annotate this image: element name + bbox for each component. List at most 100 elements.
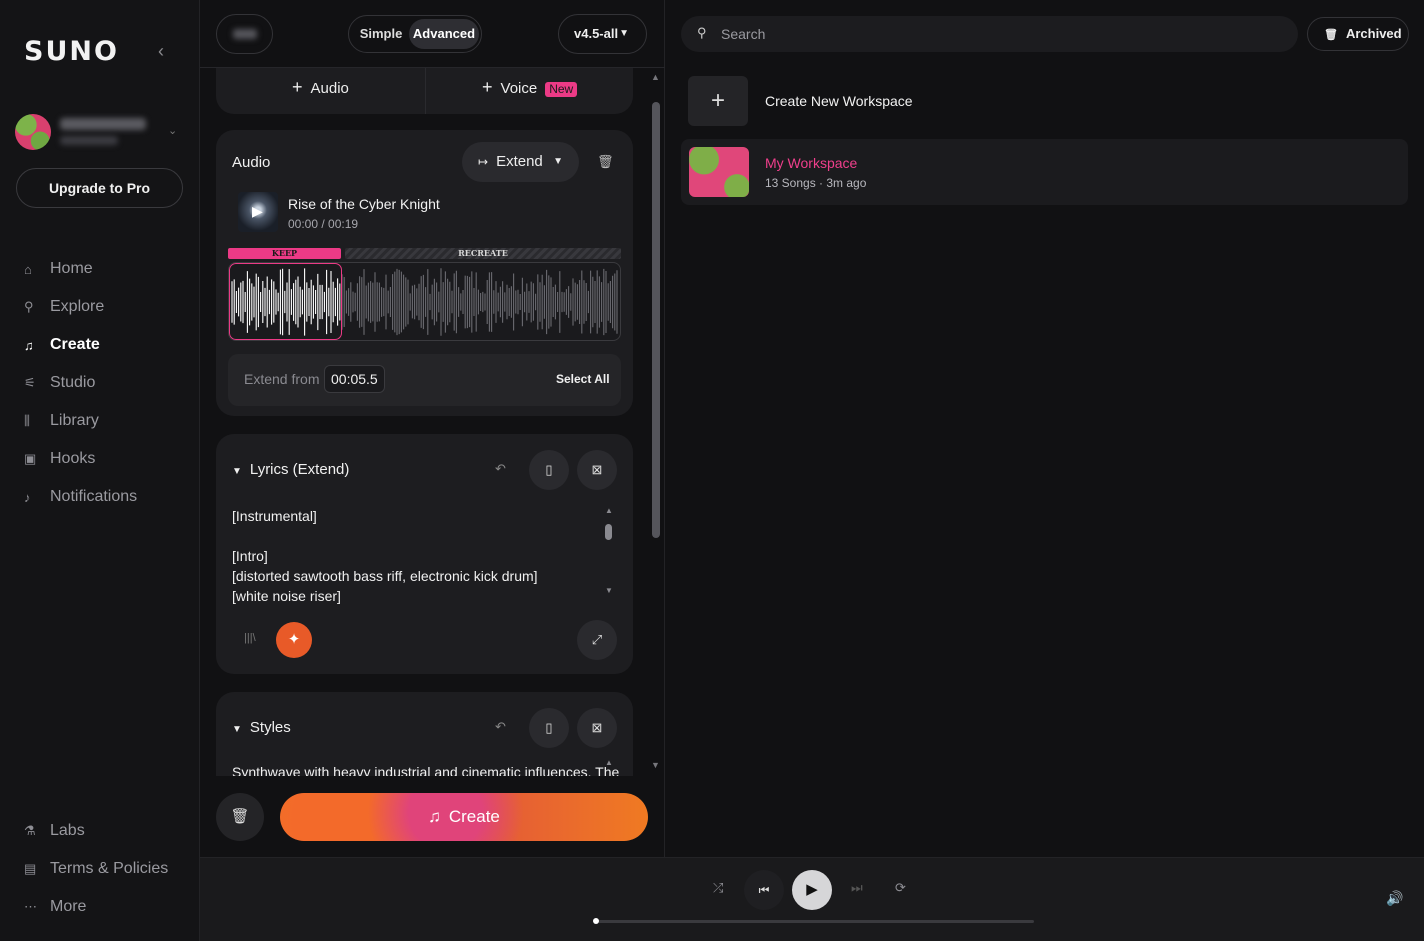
archived-button[interactable]: 🗑 Archived [1307,17,1409,51]
clear-styles-button[interactable]: ⊠ [577,708,617,748]
scroll-up-arrow-icon[interactable]: ▲ [605,506,613,515]
extend-from-input[interactable]: 00:05.5 [324,365,385,393]
song-time: 00:00 / 00:19 [288,217,359,231]
create-form: + Audio + Voice New Audio ↦ Extend ▼ 🗑 ▶ Ris [216,68,634,776]
model-version-select[interactable]: v4.5-all ▼ [558,14,647,54]
avatar[interactable] [15,114,51,150]
nav-label: Hooks [50,450,96,467]
play-icon[interactable]: ▶ [252,203,263,220]
plus-icon: + [292,77,303,97]
document-icon: ▤ [24,861,37,876]
mode-advanced-tab[interactable]: Advanced [409,19,479,49]
clear-form-button[interactable]: 🗑 [216,793,264,841]
trash-icon: 🗑 [230,808,250,825]
bookmark-icon: ▯ [545,462,553,477]
styles-title: Styles [249,719,291,736]
lyrics-scroll-thumb[interactable] [605,524,612,540]
play-button[interactable]: ▶ [792,870,832,910]
music-note-icon: ♫ [428,807,441,826]
scroll-down-arrow-icon[interactable]: ▼ [605,586,613,595]
scroll-up-arrow-icon[interactable]: ▲ [651,72,660,82]
undo-icon[interactable]: ↶ [495,461,506,477]
nav-label: More [50,898,87,915]
waveform[interactable] [228,262,621,341]
create-panel-scrollbar[interactable]: ▲ ▼ [651,72,661,772]
suno-logo[interactable]: SUNO [24,36,119,67]
shuffle-icon[interactable]: ⤮ [713,880,723,896]
chevron-down-icon: ▼ [232,724,242,735]
song-cover[interactable]: ▶ [238,192,278,232]
nav-item-create[interactable]: ♫ Create [24,326,194,364]
nav-item-explore[interactable]: ⚲ Explore [24,288,194,326]
nav-item-more[interactable]: ⋯ More [24,888,194,926]
repeat-icon[interactable]: ⟳ [895,880,906,896]
clear-lyrics-button[interactable]: ⊠ [577,450,617,490]
arrow-right-icon: ↦ [478,155,489,169]
playback-progress[interactable] [593,918,1034,924]
music-note-icon: ♫ [24,337,34,353]
chevron-down-icon[interactable]: ⌄ [168,124,177,137]
lyrics-textarea[interactable]: [Instrumental] [Intro] [distorted sawtoo… [232,506,592,606]
nav-label: Explore [50,298,105,315]
undo-icon[interactable]: ↶ [495,719,506,735]
bell-icon: ♪ [24,489,31,505]
previous-button[interactable]: ⏮ [744,870,784,910]
nav-item-home[interactable]: ⌂ Home [24,250,194,288]
nav-label: Notifications [50,488,138,505]
create-workspace-button[interactable]: + Create New Workspace [688,76,1088,128]
keep-region-frame[interactable] [229,263,342,340]
keep-segment[interactable]: KEEP [228,248,341,259]
audio-card-title: Audio [232,154,271,171]
caret-down-icon: ▼ [553,156,563,167]
collapse-sidebar-icon[interactable]: ‹ [158,42,174,60]
nav-item-library[interactable]: ⫼ Library [24,402,194,440]
lyrics-scrollbar[interactable]: ▲ ▼ [605,506,613,600]
styles-card-header[interactable]: ▼ Styles [232,719,291,736]
progress-handle[interactable] [593,918,599,924]
scroll-down-arrow-icon[interactable]: ▼ [651,760,660,770]
hooks-icon: ▣ [24,451,37,466]
expand-button[interactable]: ⤢ [577,620,617,660]
delete-icon: ⊠ [591,720,603,735]
song-title: Rise of the Cyber Knight [288,196,440,212]
nav-item-studio[interactable]: ⚟ Studio [24,364,194,402]
add-voice-button[interactable]: + Voice New [482,76,578,98]
mode-simple-tab[interactable]: Simple [353,19,409,49]
workspaces-panel: ⚲ 🗑 Archived + Create New Workspace My Wo… [666,0,1424,857]
volume-icon[interactable]: 🔊 [1386,890,1403,907]
credits-blurred [60,136,118,145]
nav-item-labs[interactable]: ⚗ Labs [24,812,194,850]
magic-wand-button[interactable]: ✦ [276,622,312,658]
play-icon: ▶ [806,881,818,898]
workspace-item[interactable]: My Workspace 13 Songs · 3m ago [681,139,1408,205]
extend-dropdown[interactable]: ↦ Extend ▼ [462,142,579,182]
recreate-segment[interactable]: RECREATE [345,248,621,259]
create-button[interactable]: ♫ Create [280,793,648,841]
styles-textarea[interactable]: Synthwave with heavy industrial and cine… [232,764,619,776]
scroll-up-arrow-icon[interactable]: ▲ [605,758,613,767]
bookmark-button[interactable]: ▯ [529,450,569,490]
create-panel-scroll-thumb[interactable] [652,102,660,538]
user-profile[interactable]: ⌄ [14,114,186,152]
model-version-label: v4.5-all [574,26,619,41]
lyrics-title: Lyrics (Extend) [249,461,350,478]
add-voice-label: Voice [500,80,538,97]
trash-icon[interactable]: 🗑 [597,154,614,170]
skip-forward-icon[interactable]: ⏭ [851,880,863,896]
search-input[interactable] [721,16,1281,52]
player-bar: ⤮ ⏮ ▶ ⏭ ⟳ 🔊 [200,857,1424,941]
nav-item-notifications[interactable]: ♪ Notifications [24,478,194,516]
lyrics-card-header[interactable]: ▼ Lyrics (Extend) [232,461,349,478]
add-audio-button[interactable]: + Audio [292,76,349,98]
nav-item-terms[interactable]: ▤ Terms & Policies [24,850,194,888]
bookmark-button[interactable]: ▯ [529,708,569,748]
chevron-down-icon: ▼ [232,466,242,477]
library-icon[interactable]: |||\ [244,632,256,644]
upgrade-button[interactable]: Upgrade to Pro [16,168,183,208]
search-bar: ⚲ [681,16,1298,52]
nav-item-hooks[interactable]: ▣ Hooks [24,440,194,478]
credits-pill[interactable] [216,14,273,54]
create-workspace-label: Create New Workspace [765,93,913,109]
select-all-button[interactable]: Select All [556,372,610,386]
workspace-name: My Workspace [765,155,858,171]
